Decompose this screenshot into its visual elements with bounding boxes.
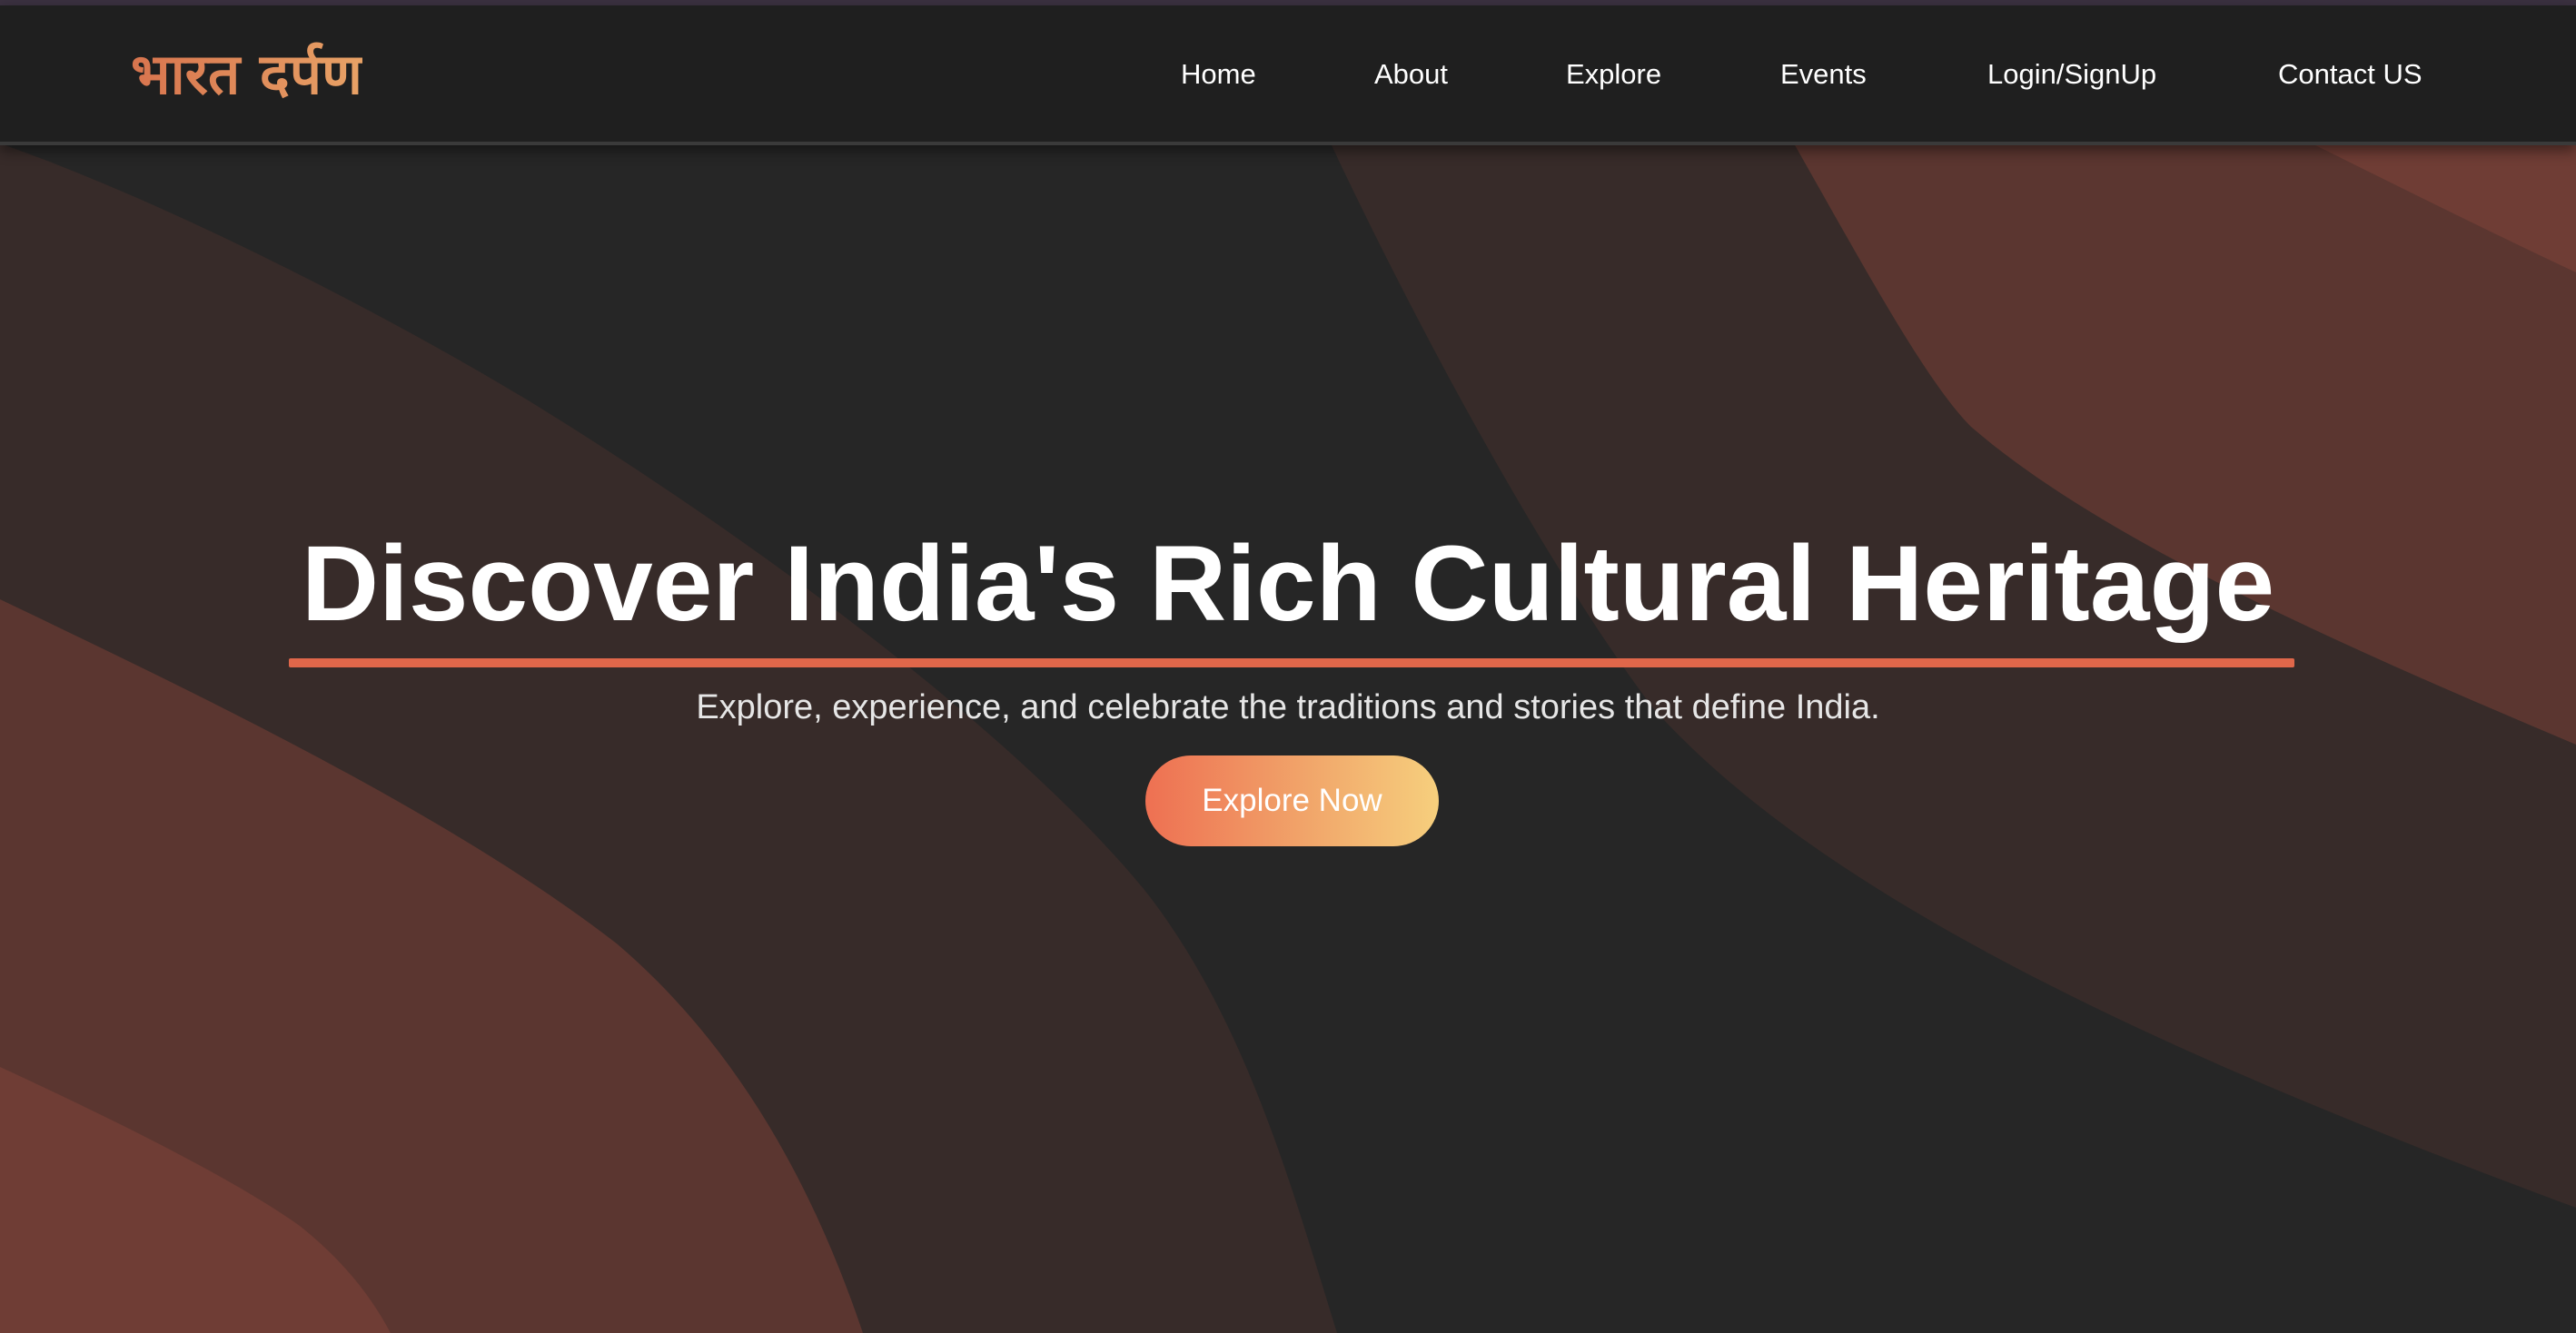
explore-now-button[interactable]: Explore Now: [1145, 755, 1439, 846]
hero-title: Discover India's Rich Cultural Heritage: [301, 524, 2275, 644]
navbar: भारत दर्पण Home About Explore Events Log…: [0, 5, 2576, 145]
hero-section: Discover India's Rich Cultural Heritage …: [0, 0, 2576, 1333]
nav-link-contact-us[interactable]: Contact US: [2278, 56, 2422, 93]
landing-page: भारत दर्पण Home About Explore Events Log…: [0, 0, 2576, 1333]
hero-title-underline: [289, 658, 2294, 667]
nav-link-home[interactable]: Home: [1181, 56, 1256, 93]
nav-link-explore[interactable]: Explore: [1566, 56, 1661, 93]
nav-link-about[interactable]: About: [1374, 56, 1448, 93]
site-logo[interactable]: भारत दर्पण: [131, 38, 362, 111]
nav-link-login-signup[interactable]: Login/SignUp: [1987, 56, 2156, 93]
hero-subtitle: Explore, experience, and celebrate the t…: [696, 688, 1880, 726]
nav-link-events[interactable]: Events: [1780, 56, 1867, 93]
